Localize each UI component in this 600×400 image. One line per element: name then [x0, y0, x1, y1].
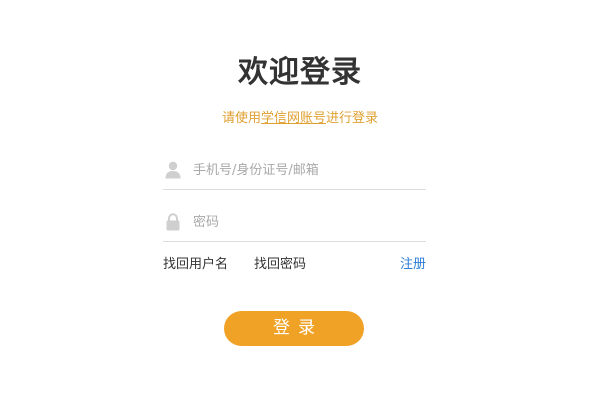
- username-field: [163, 153, 426, 190]
- login-page: 欢迎登录 请使用学信网账号进行登录 找回用户名 找回密码 注册 登录: [0, 0, 600, 400]
- find-password-link[interactable]: 找回密码: [254, 255, 306, 275]
- login-hint: 请使用学信网账号进行登录: [0, 109, 600, 129]
- username-input[interactable]: [193, 159, 418, 181]
- find-username-link[interactable]: 找回用户名: [163, 255, 228, 275]
- login-hint-suffix: 进行登录: [326, 111, 379, 126]
- account-links: 找回用户名 找回密码 注册: [163, 255, 426, 275]
- login-button[interactable]: 登录: [224, 311, 364, 346]
- user-icon: [165, 161, 181, 179]
- password-field: [163, 205, 426, 242]
- lock-icon: [165, 213, 181, 231]
- login-hint-prefix: 请使用: [221, 111, 261, 126]
- page-title: 欢迎登录: [238, 55, 362, 90]
- account-provider-link[interactable]: 学信网账号: [261, 111, 326, 126]
- register-link[interactable]: 注册: [400, 255, 426, 275]
- password-input[interactable]: [193, 211, 418, 233]
